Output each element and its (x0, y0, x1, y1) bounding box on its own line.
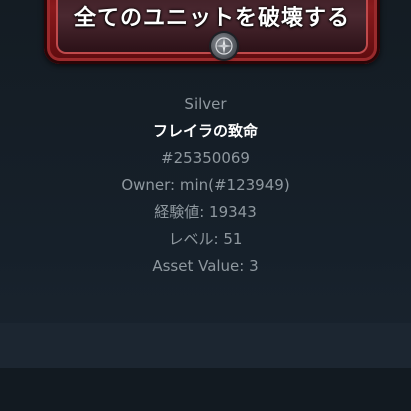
asset-value-label: Asset Value: 3 (152, 257, 259, 275)
card-effect-text: 全てのユニットを破壊する (73, 6, 350, 31)
compass-emblem-icon (211, 33, 237, 59)
panel-strip (0, 323, 411, 368)
experience-label: 経験値: 19343 (154, 203, 257, 221)
item-name: フレイラの致命 (152, 122, 258, 140)
rarity-label: Silver (184, 95, 227, 113)
item-info: Silver フレイラの致命 #25350069 Owner: min(#123… (0, 91, 411, 280)
level-label: レベル: 51 (168, 230, 243, 248)
item-detail-page: 全てのユニットを破壊する Silver フレイラの致命 #25350069 Ow… (0, 0, 411, 411)
card-image[interactable]: 全てのユニットを破壊する (44, 0, 380, 64)
owner-label: Owner: min(#123949) (121, 176, 290, 194)
footer-panel (0, 368, 411, 411)
item-id: #25350069 (161, 149, 250, 167)
